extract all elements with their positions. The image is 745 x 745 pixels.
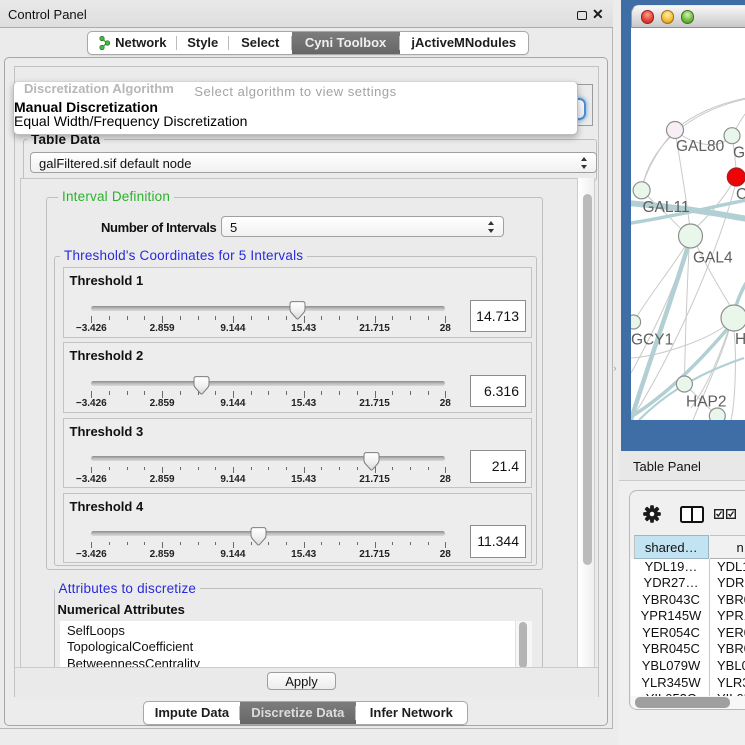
svg-text:CY: CY	[736, 186, 745, 203]
svg-text:HAP: HAP	[735, 331, 745, 348]
svg-text:GCY1: GCY1	[631, 332, 673, 349]
svg-text:GAL4: GAL4	[693, 250, 733, 267]
svg-text:HAP2: HAP2	[686, 394, 727, 411]
svg-text:GAL: GAL	[733, 145, 745, 162]
svg-text:GAL11: GAL11	[643, 199, 690, 216]
svg-text:GAL80: GAL80	[676, 138, 725, 155]
